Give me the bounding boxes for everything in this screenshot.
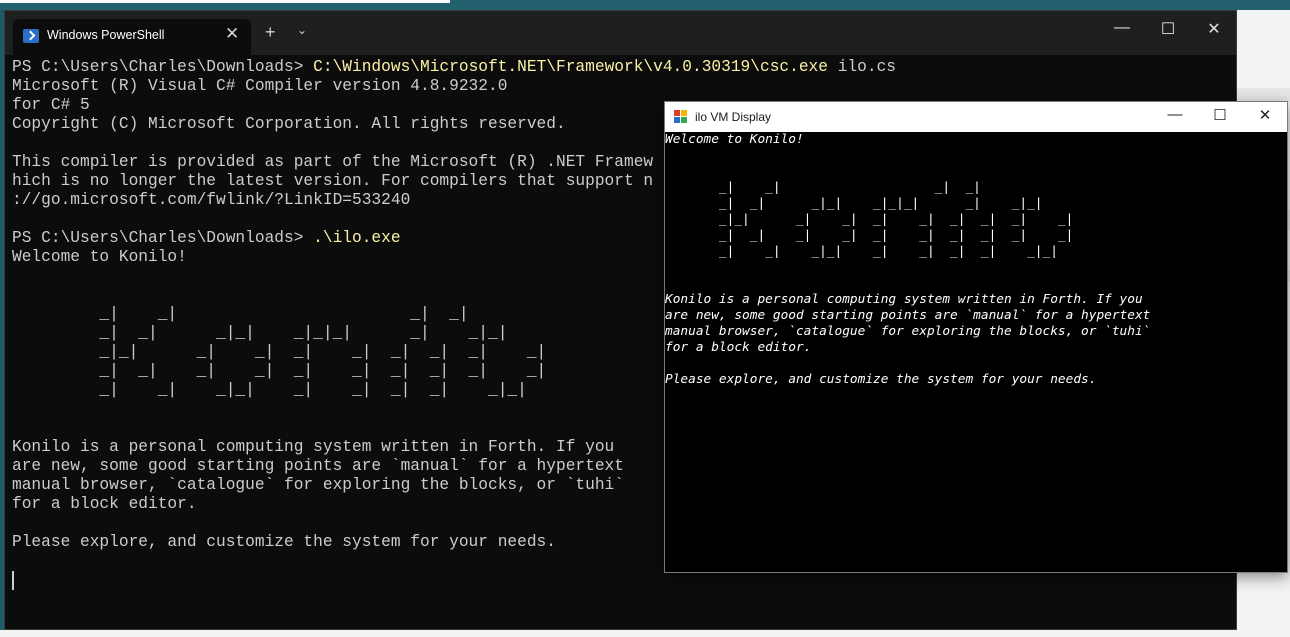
vm-display-line: _| _| _| _|	[665, 180, 981, 195]
terminal-line-text: _| _| _| _|	[12, 305, 469, 323]
terminal-line-text: This compiler is provided as part of the…	[12, 153, 654, 171]
terminal-line-text: _| _| _| _| _| _| _| _| _| _|	[12, 362, 547, 380]
app-window-icon	[674, 110, 687, 123]
terminal-line-text: _| _| _|_| _| _| _| _| _|_|	[12, 381, 527, 399]
terminal-line-text: Microsoft (R) Visual C# Compiler version…	[12, 77, 508, 95]
vm-minimize-button[interactable]: —	[1155, 106, 1195, 123]
new-tab-button[interactable]: +	[265, 22, 276, 43]
vm-display-line	[665, 356, 1287, 372]
terminal-line-text: Konilo is a personal computing system wr…	[12, 438, 615, 456]
text-cursor	[12, 571, 14, 590]
ilo-vm-display-window: ilo VM Display — ☐ ✕ Welcome to Konilo! …	[664, 101, 1288, 573]
terminal-titlebar[interactable]: Windows PowerShell ✕ + ⌄ — ☐ ✕	[5, 11, 1236, 55]
tab-title: Windows PowerShell	[47, 28, 165, 42]
chevron-down-icon[interactable]: ⌄	[297, 23, 307, 37]
tab-windows-powershell[interactable]: Windows PowerShell ✕	[13, 19, 251, 55]
vm-display-line	[665, 148, 1287, 164]
vm-display-line	[665, 164, 1287, 180]
vm-display-line: are new, some good starting points are `…	[665, 308, 1151, 323]
terminal-line-text: Please explore, and customize the system…	[12, 533, 556, 551]
terminal-line-text: _|_| _| _| _| _| _| _| _| _|	[12, 343, 547, 361]
background-window-bottom	[0, 630, 1237, 637]
maximize-button[interactable]: ☐	[1153, 19, 1183, 39]
terminal-line-text: for a block editor.	[12, 495, 197, 513]
terminal-line-text: Copyright (C) Microsoft Corporation. All…	[12, 115, 566, 133]
terminal-command-args: ilo.cs	[828, 58, 896, 76]
vm-display-line: Please explore, and customize the system…	[665, 372, 1097, 387]
vm-display-line	[665, 276, 1287, 292]
vm-display-output[interactable]: Welcome to Konilo! _| _| _| _| _| _| _|_…	[665, 132, 1287, 572]
terminal-line-text: PS C:\Users\Charles\Downloads>	[12, 58, 314, 76]
terminal-line-text: ://go.microsoft.com/fwlink/?LinkID=53324…	[12, 191, 411, 209]
terminal-line-text: manual browser, `catalogue` for explorin…	[12, 476, 624, 494]
terminal-line: PS C:\Users\Charles\Downloads> C:\Window…	[12, 58, 1227, 77]
tab-close-icon[interactable]: ✕	[225, 24, 239, 44]
vm-display-line: Welcome to Konilo!	[665, 132, 804, 147]
terminal-line-text: for C# 5	[12, 96, 90, 114]
vm-maximize-button[interactable]: ☐	[1200, 106, 1240, 124]
powershell-icon	[23, 29, 39, 43]
desktop-top-highlight	[0, 0, 450, 3]
vm-close-button[interactable]: ✕	[1245, 106, 1285, 124]
vm-display-line: for a block editor.	[665, 340, 812, 355]
vm-display-line: _|_| _| _| _| _| _| _| _| _|	[665, 212, 1074, 227]
vm-window-title: ilo VM Display	[695, 110, 772, 124]
vm-display-line: _| _| _|_| _|_|_| _| _|_|	[665, 196, 1043, 211]
terminal-command: C:\Windows\Microsoft.NET\Framework\v4.0.…	[313, 58, 828, 76]
vm-display-line: Konilo is a personal computing system wr…	[665, 292, 1143, 307]
close-button[interactable]: ✕	[1199, 19, 1229, 39]
vm-display-line: _| _| _| _| _| _| _| _| _| _|	[665, 228, 1074, 243]
terminal-line: Microsoft (R) Visual C# Compiler version…	[12, 77, 1227, 96]
terminal-line-text: hich is no longer the latest version. Fo…	[12, 172, 654, 190]
terminal-line-text: are new, some good starting points are `…	[12, 457, 624, 475]
minimize-button[interactable]: —	[1107, 19, 1137, 37]
terminal-line-text: Welcome to Konilo!	[12, 248, 187, 266]
vm-display-line: _| _| _|_| _| _| _| _| _|_|	[665, 244, 1058, 259]
terminal-command: .\ilo.exe	[313, 229, 401, 247]
terminal-line-text: PS C:\Users\Charles\Downloads>	[12, 229, 314, 247]
vm-display-line: manual browser, `catalogue` for explorin…	[665, 324, 1151, 339]
vm-display-line	[665, 260, 1287, 276]
terminal-line-text: _| _| _|_| _|_|_| _| _|_|	[12, 324, 508, 342]
vm-titlebar[interactable]: ilo VM Display — ☐ ✕	[665, 102, 1287, 132]
